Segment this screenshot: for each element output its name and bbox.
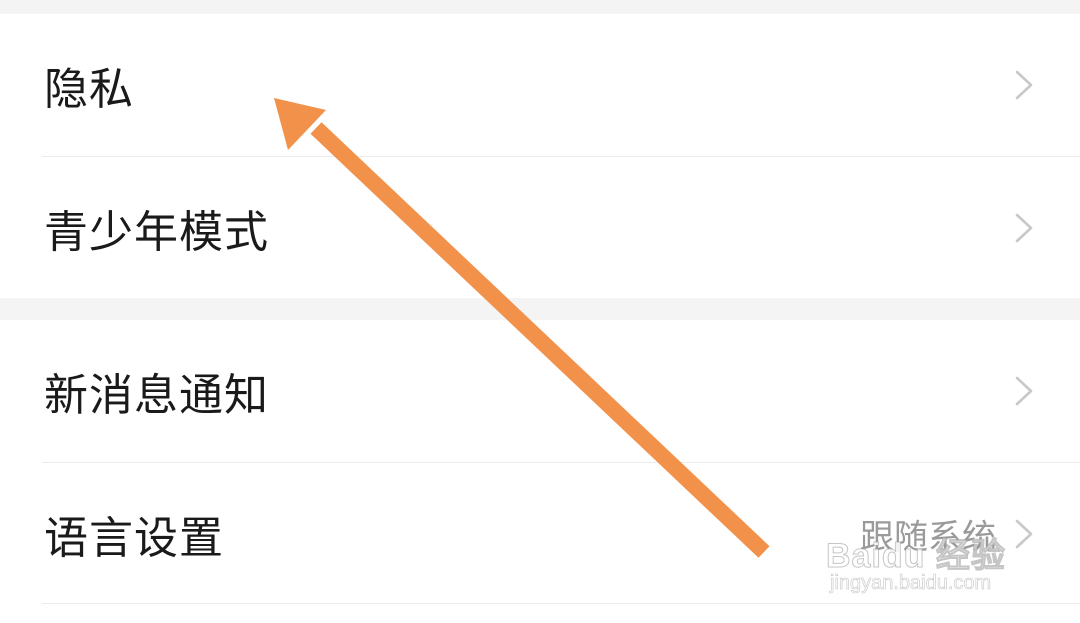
settings-row-label: 隐私: [44, 64, 134, 115]
chevron-right-icon: [1015, 519, 1033, 549]
settings-row-language[interactable]: 语言设置 跟随系统: [0, 463, 1080, 605]
settings-row-label: 青少年模式: [44, 207, 269, 258]
settings-row-value: 跟随系统: [860, 517, 996, 558]
settings-row-teen-mode[interactable]: 青少年模式: [0, 157, 1080, 299]
row-divider: [42, 603, 1080, 604]
settings-row-label: 语言设置: [44, 513, 224, 564]
settings-row-notifications[interactable]: 新消息通知: [0, 320, 1080, 462]
top-gap: [0, 0, 1080, 14]
settings-group-privacy: 隐私 青少年模式: [0, 14, 1080, 298]
settings-group-general: 新消息通知 语言设置 跟随系统: [0, 320, 1080, 623]
section-gap: [0, 298, 1080, 320]
settings-row-label: 新消息通知: [44, 370, 269, 421]
chevron-right-icon: [1015, 376, 1033, 406]
chevron-right-icon: [1015, 70, 1033, 100]
settings-row-privacy[interactable]: 隐私: [0, 14, 1080, 156]
chevron-right-icon: [1015, 213, 1033, 243]
